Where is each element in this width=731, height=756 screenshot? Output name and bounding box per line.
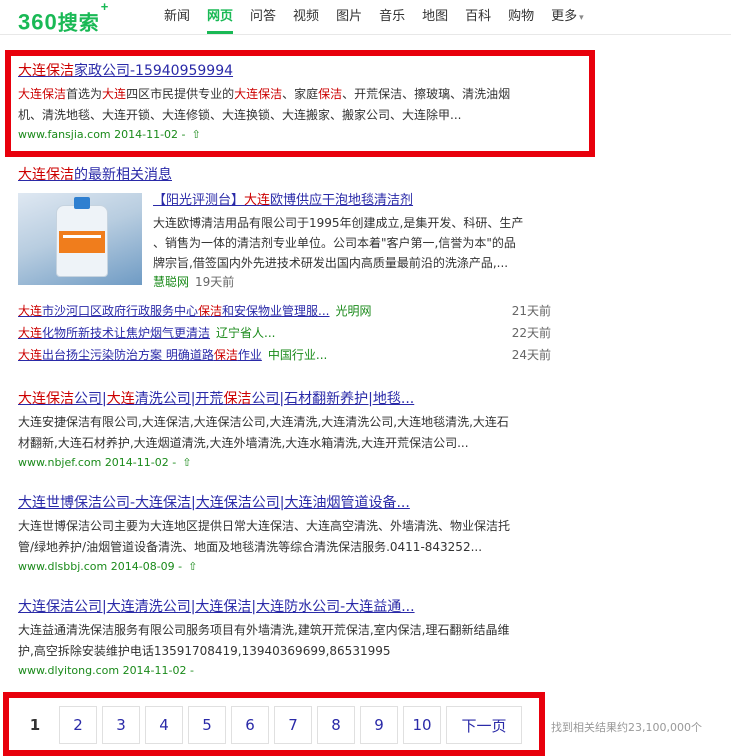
bottle-cap [74,197,90,209]
page-link[interactable]: 10 [403,706,441,744]
search-result: 大连保洁家政公司-15940959994 大连保洁首选为大连四区市民提供专业的大… [18,62,558,144]
news-block-title-link[interactable]: 大连保洁的最新相关消息 [18,167,172,183]
up-arrow-icon[interactable]: ⇧ [192,128,201,141]
news-item-link[interactable]: 大连市沙河口区政府行政服务中心保洁和安保物业管理服... [18,304,330,318]
result-title-link[interactable]: 大连保洁公司|大连清洗公司|大连保洁|大连防水公司-大连益通... [18,599,415,615]
page-link[interactable]: 2 [59,706,97,744]
up-arrow-icon[interactable]: ⇧ [182,456,191,469]
news-item-source: 中国行业... [267,348,328,362]
page-link[interactable]: 7 [274,706,312,744]
news-item: 大连市沙河口区政府行政服务中心保洁和安保物业管理服... 光明网 21天前 [18,302,551,320]
logo-plus: + [100,0,110,14]
result-snippet: 大连世博保洁公司主要为大连地区提供日常大连保洁、大连高空清洗、外墙清洗、物业保洁… [18,519,511,554]
news-item-link[interactable]: 大连出台扬尘污染防治方案 明确道路保洁作业 [18,348,262,362]
result-url[interactable]: www.fansjia.com 2014-11-02 - ⇧ [18,126,558,144]
tab-baike[interactable]: 百科 [465,8,491,34]
tab-images[interactable]: 图片 [336,8,362,34]
result-snippet: 大连安捷保洁有限公司,大连保洁,大连保洁公司,大连清洗,大连清洗公司,大连地毯清… [18,415,509,450]
nav-tabs: 新闻 网页 问答 视频 图片 音乐 地图 百科 购物 更多 ▾ [164,8,601,34]
search-result: 大连保洁公司|大连清洗公司|开荒保洁公司|石材翻新养护|地毯... 大连安捷保洁… [18,390,558,472]
logo[interactable]: 360搜索+ [18,0,109,35]
tab-news[interactable]: 新闻 [164,8,190,34]
news-item-time: 21天前 [511,304,551,318]
tab-more[interactable]: 更多 ▾ [551,8,584,34]
result-count: 找到相关结果约23,100,000个 [551,721,702,734]
result-snippet: 大连益通清洗保洁服务有限公司服务项目有外墙清洗,建筑开荒保洁,室内保洁,理石翻新… [18,623,510,658]
next-page-button[interactable]: 下一页 [446,706,522,744]
tab-more-label: 更多 [551,9,578,24]
page-current: 1 [29,716,41,734]
result-title-link[interactable]: 大连保洁公司|大连清洗公司|开荒保洁公司|石材翻新养护|地毯... [18,391,414,407]
news-headline-link[interactable]: 【阳光评测台】大连欧博供应干泡地毯清洁剂 [153,193,413,208]
news-item-time: 22天前 [511,326,551,340]
tab-web[interactable]: 网页 [207,8,234,34]
tab-map[interactable]: 地图 [422,8,448,34]
page-link[interactable]: 6 [231,706,269,744]
page-link[interactable]: 3 [102,706,140,744]
news-item-source: 辽宁省人... [216,326,276,340]
up-arrow-icon[interactable]: ⇧ [188,560,197,573]
pagination: 1 2 3 4 5 6 7 8 9 10 下一页 [16,706,527,744]
news-item: 大连化物所新技术让焦炉烟气更清洁 辽宁省人... 22天前 [18,324,551,342]
news-item-source: 光明网 [335,304,372,318]
tab-shopping[interactable]: 购物 [508,8,534,34]
logo-text: 搜索 [57,12,100,35]
bottle-label [59,231,105,253]
tab-qa[interactable]: 问答 [250,8,276,34]
news-snippet: 大连欧博清洁用品有限公司于1995年创建成立,是集开发、科研、生产 、销售为一体… [153,216,524,270]
news-block-title: 大连保洁的最新相关消息 [18,166,558,184]
result-title-link[interactable]: 大连保洁家政公司-15940959994 [18,63,233,79]
caret-down-icon: ▾ [579,13,584,23]
news-time: 19天前 [195,275,235,289]
search-result: 大连世博保洁公司-大连保洁|大连保洁公司|大连油烟管道设备... 大连世博保洁公… [18,494,558,576]
tab-video[interactable]: 视频 [293,8,319,34]
result-snippet: 大连保洁首选为大连四区市民提供专业的大连保洁、家庭保洁、开荒保洁、擦玻璃、清洗油… [18,87,511,122]
page-link[interactable]: 9 [360,706,398,744]
result-url[interactable]: www.dlyitong.com 2014-11-02 - [18,662,558,680]
top-bar: 360搜索+ 新闻 网页 问答 视频 图片 音乐 地图 百科 购物 更多 ▾ [0,0,731,35]
news-meta: 慧聪网 19天前 [153,273,553,291]
result-url[interactable]: www.dlsbbj.com 2014-08-09 - ⇧ [18,558,558,576]
news-item: 大连出台扬尘污染防治方案 明确道路保洁作业 中国行业... 24天前 [18,346,551,364]
news-featured: 【阳光评测台】大连欧博供应干泡地毯清洁剂 大连欧博清洁用品有限公司于1995年创… [153,192,553,291]
result-title-link[interactable]: 大连世博保洁公司-大连保洁|大连保洁公司|大连油烟管道设备... [18,495,410,511]
news-source: 慧聪网 [153,275,190,289]
news-thumbnail[interactable] [18,193,142,285]
news-item-link[interactable]: 大连化物所新技术让焦炉烟气更清洁 [18,326,210,340]
page-link[interactable]: 4 [145,706,183,744]
tab-music[interactable]: 音乐 [379,8,405,34]
result-url[interactable]: www.nbjef.com 2014-11-02 - ⇧ [18,454,558,472]
search-result: 大连保洁公司|大连清洗公司|大连保洁|大连防水公司-大连益通... 大连益通清洗… [18,598,558,680]
news-item-time: 24天前 [511,348,551,362]
logo-number: 360 [18,9,58,35]
page-link[interactable]: 8 [317,706,355,744]
page-link[interactable]: 5 [188,706,226,744]
